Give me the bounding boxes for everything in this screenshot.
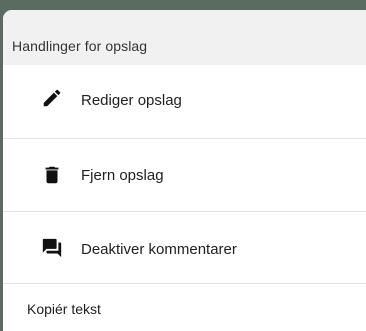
trash-icon (41, 164, 63, 186)
pencil-icon (41, 87, 63, 109)
edit-post-button[interactable]: Rediger opslag (3, 65, 366, 137)
sheet-header: Handlinger for opslag (3, 10, 366, 65)
disable-comments-label: Deaktiver kommentarer (81, 241, 237, 258)
sheet-title: Handlinger for opslag (12, 38, 148, 54)
remove-post-label: Fjern opslag (81, 167, 164, 184)
disable-comments-button[interactable]: Deaktiver kommentarer (3, 212, 366, 284)
post-actions-sheet: Handlinger for opslag Rediger opslag Fje… (3, 10, 366, 331)
copy-text-label: Kopiér tekst (27, 301, 101, 317)
chat-bubbles-icon (41, 237, 63, 259)
edit-post-label: Rediger opslag (81, 92, 182, 109)
copy-text-button[interactable]: Kopiér tekst (3, 284, 366, 331)
remove-post-button[interactable]: Fjern opslag (3, 139, 366, 211)
